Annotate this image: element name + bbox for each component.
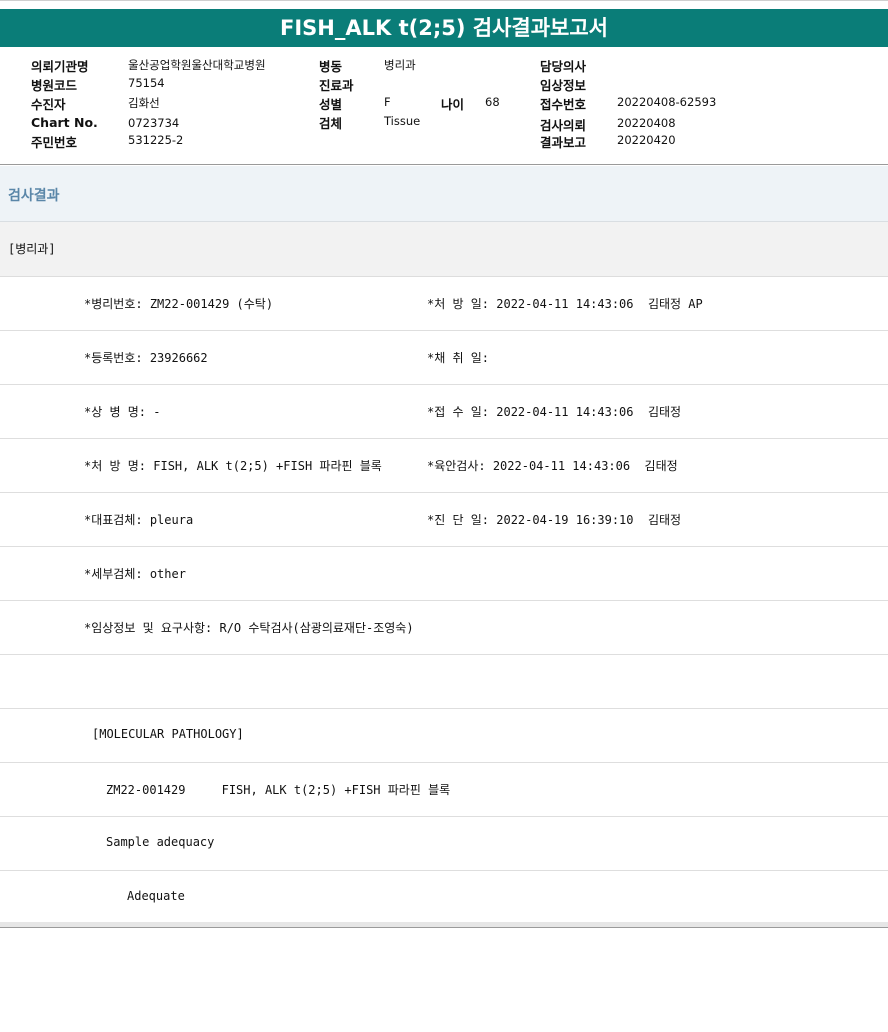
molecular-test-line: ZM22-001429 FISH, ALK t(2;5) +FISH 파라핀 블… [106, 783, 451, 797]
report-header: 의뢰기관명 울산공업학원울산대학교병원 병원코드 75154 수진자 김화선 C… [0, 54, 888, 164]
report-title: FISH_ALK t(2;5) 검사결과보고서 [0, 9, 888, 47]
result-date-value: 20220420 [617, 133, 676, 147]
result-row-left: *등록번호: 23926662 [84, 351, 208, 365]
clinical-info-label: 임상정보 [540, 78, 587, 93]
result-row: *병리번호: ZM22-001429 (수탁) *처 방 일: 2022-04-… [0, 277, 888, 331]
sample-adequacy-row: Sample adequacy [0, 817, 888, 871]
resident-no-value: 531225-2 [128, 133, 184, 147]
result-row: *상 병 명: - *접 수 일: 2022-04-11 14:43:06 김태… [0, 385, 888, 439]
resident-no-label: 주민번호 [31, 135, 78, 150]
ward-value: 병리과 [384, 58, 416, 72]
result-row: *대표검체: pleura *진 단 일: 2022-04-19 16:39:1… [0, 493, 888, 547]
age-label: 나이 [441, 97, 465, 112]
department-row: [병리과] [0, 222, 888, 277]
result-row-right: *진 단 일: 2022-04-19 16:39:10 김태정 [427, 513, 682, 527]
age-value: 68 [485, 95, 500, 109]
doctor-label: 담당의사 [540, 59, 587, 74]
result-row-left: *대표검체: pleura [84, 513, 194, 527]
sample-adequacy-value: Adequate [127, 889, 185, 903]
bottom-divider [0, 927, 888, 928]
request-date-value: 20220408 [617, 116, 676, 130]
specimen-label: 검체 [319, 116, 343, 131]
patient-label: 수진자 [31, 97, 66, 112]
blank-row [0, 655, 888, 709]
receipt-no-label: 접수번호 [540, 97, 587, 112]
department-label: [병리과] [8, 242, 56, 256]
result-row: *처 방 명: FISH, ALK t(2;5) +FISH 파라핀 블록 *육… [0, 439, 888, 493]
patient-value: 김화선 [128, 96, 160, 110]
result-row-left: *임상정보 및 요구사항: R/O 수탁검사(삼광의료재단-조영숙) [84, 621, 414, 635]
results-section-title: 검사결과 [8, 188, 60, 204]
sex-label: 성별 [319, 97, 343, 112]
top-rule [0, 0, 888, 5]
chart-no-label: Chart No. [31, 115, 98, 130]
result-row-left: *처 방 명: FISH, ALK t(2;5) +FISH 파라핀 블록 [84, 459, 382, 473]
sex-value: F [384, 95, 391, 109]
institution-value: 울산공업학원울산대학교병원 [128, 58, 266, 72]
hospital-code-label: 병원코드 [31, 78, 78, 93]
receipt-no-value: 20220408-62593 [617, 95, 717, 109]
sample-adequacy-label: Sample adequacy [106, 835, 215, 849]
header-divider [0, 164, 888, 165]
results-section-header: 검사결과 [0, 166, 888, 222]
result-date-label: 결과보고 [540, 135, 587, 150]
result-row-right: *접 수 일: 2022-04-11 14:43:06 김태정 [427, 405, 682, 419]
result-row-right: *육안검사: 2022-04-11 14:43:06 김태정 [427, 459, 678, 473]
result-row-left: *세부검체: other [84, 567, 186, 581]
result-row: *세부검체: other [0, 547, 888, 601]
institution-label: 의뢰기관명 [31, 59, 89, 74]
molecular-test-row: ZM22-001429 FISH, ALK t(2;5) +FISH 파라핀 블… [0, 763, 888, 817]
hospital-code-value: 75154 [128, 76, 165, 90]
result-row-left: *병리번호: ZM22-001429 (수탁) [84, 297, 274, 311]
molecular-pathology-header: [MOLECULAR PATHOLOGY] [92, 727, 244, 741]
result-row-right: *처 방 일: 2022-04-11 14:43:06 김태정 AP [427, 297, 703, 311]
specimen-value: Tissue [384, 114, 421, 128]
molecular-header-row: [MOLECULAR PATHOLOGY] [0, 709, 888, 763]
clinic-label: 진료과 [319, 78, 354, 93]
result-row-left: *상 병 명: - [84, 405, 161, 419]
chart-no-value: 0723734 [128, 116, 180, 130]
result-row: *임상정보 및 요구사항: R/O 수탁검사(삼광의료재단-조영숙) [0, 601, 888, 655]
sample-adequacy-value-row: Adequate [0, 871, 888, 922]
ward-label: 병동 [319, 59, 343, 74]
result-row-right: *채 취 일: [427, 351, 490, 365]
result-row: *등록번호: 23926662 *채 취 일: [0, 331, 888, 385]
